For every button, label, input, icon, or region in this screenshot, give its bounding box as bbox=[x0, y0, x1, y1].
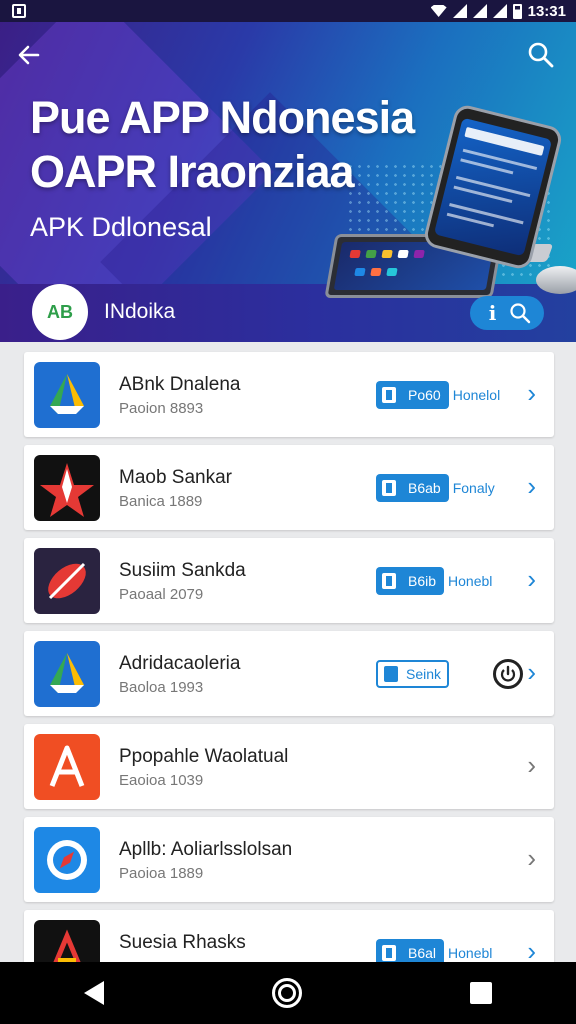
install-extra-label[interactable]: Fonaly bbox=[453, 480, 495, 496]
list-item[interactable]: ABnk Dnalena Paoion 8893 Po60 Honelol › bbox=[24, 352, 554, 437]
chevron-right-icon[interactable]: › bbox=[527, 378, 536, 409]
notification-icon bbox=[12, 4, 26, 18]
chevron-right-icon[interactable]: › bbox=[527, 843, 536, 874]
nav-home-icon[interactable] bbox=[272, 978, 302, 1008]
install-group: Seink bbox=[376, 659, 524, 689]
install-icon bbox=[382, 945, 396, 961]
signal-icon-3 bbox=[492, 4, 507, 18]
signal-icon bbox=[452, 4, 467, 18]
brand-name: INdoika bbox=[104, 300, 176, 323]
install-extra-label[interactable]: Honebl bbox=[448, 573, 492, 589]
chevron-right-icon[interactable]: › bbox=[527, 471, 536, 502]
hero-banner: Pue APP Ndonesia OAPR Iraonziaa APK Ddlo… bbox=[0, 22, 576, 342]
app-meta: Baoloa 1993 bbox=[119, 679, 204, 696]
install-button[interactable]: B6ab bbox=[376, 474, 449, 502]
install-label: B6ab bbox=[408, 480, 441, 496]
chevron-right-icon[interactable]: › bbox=[527, 657, 536, 688]
list-item[interactable]: Maob Sankar Banica 1889 B6ab Fonaly › bbox=[24, 445, 554, 530]
star-icon bbox=[34, 455, 100, 521]
install-label: Seink bbox=[406, 666, 442, 682]
chevron-right-icon[interactable]: › bbox=[527, 750, 536, 781]
header-actions: i bbox=[470, 296, 544, 330]
leaf-icon bbox=[34, 548, 100, 614]
install-label: B6ib bbox=[408, 573, 437, 589]
app-meta: Paoion 8893 bbox=[119, 400, 204, 417]
app-meta: Paoioa 1889 bbox=[119, 865, 204, 882]
list-item[interactable]: Apllb: Aoliarlsslolsan Paoioa 1889 › bbox=[24, 817, 554, 902]
install-button[interactable]: Po60 bbox=[376, 381, 449, 409]
drive-icon bbox=[34, 641, 100, 707]
search-icon bbox=[509, 303, 530, 324]
app-name: Adridacaoleria bbox=[119, 653, 241, 674]
app-meta: Paoaal 2079 bbox=[119, 586, 204, 603]
install-extra-label[interactable]: Honebl bbox=[448, 945, 492, 961]
search-button-secondary[interactable] bbox=[509, 302, 531, 324]
install-extra-label[interactable]: Honelol bbox=[453, 387, 500, 403]
power-icon[interactable] bbox=[493, 659, 524, 689]
mouse-illustration bbox=[536, 266, 576, 294]
drive-icon bbox=[34, 362, 100, 428]
app-list: ABnk Dnalena Paoion 8893 Po60 Honelol › … bbox=[24, 352, 554, 1003]
app-name: Ppopahle Waolatual bbox=[119, 746, 289, 767]
install-icon bbox=[384, 666, 398, 682]
install-icon bbox=[382, 480, 396, 496]
app-meta: Banica 1889 bbox=[119, 493, 203, 510]
install-group: Po60 Honelol bbox=[376, 380, 500, 410]
install-label: Po60 bbox=[408, 387, 441, 403]
status-bar: 13:31 bbox=[0, 0, 576, 22]
app-name: Suesia Rhasks bbox=[119, 932, 246, 953]
signal-icon-2 bbox=[472, 4, 487, 18]
arrow-left-icon bbox=[18, 45, 40, 65]
install-label: B6al bbox=[408, 945, 437, 961]
install-button[interactable]: B6ib bbox=[376, 567, 445, 595]
install-group: B6ab Fonaly bbox=[376, 473, 495, 503]
compass-icon bbox=[34, 827, 100, 893]
app-name: ABnk Dnalena bbox=[119, 374, 241, 395]
search-icon bbox=[528, 42, 554, 68]
install-group: B6ib Honebl bbox=[376, 566, 492, 596]
list-item[interactable]: Ppopahle Waolatual Eaoioa 1039 › bbox=[24, 724, 554, 809]
app-name: Maob Sankar bbox=[119, 467, 233, 488]
app-name: Apllb: Aoliarlsslolsan bbox=[119, 839, 293, 860]
wifi-icon bbox=[430, 5, 447, 17]
info-button[interactable]: i bbox=[484, 301, 502, 325]
brand-logo-text: AB bbox=[47, 301, 73, 322]
app-name: Susiim Sankda bbox=[119, 560, 246, 581]
install-icon bbox=[382, 573, 396, 589]
a-logo-icon bbox=[34, 734, 100, 800]
chevron-right-icon[interactable]: › bbox=[527, 564, 536, 595]
app-meta: Eaoioa 1039 bbox=[119, 772, 204, 789]
system-nav-bar bbox=[0, 962, 576, 1024]
list-item[interactable]: Susiim Sankda Paoaal 2079 B6ib Honebl › bbox=[24, 538, 554, 623]
hero-subtitle: APK Ddlonesal bbox=[30, 212, 212, 242]
install-icon bbox=[382, 387, 396, 403]
status-time: 13:31 bbox=[527, 2, 566, 20]
hero-title-line2: OAPR Iraonziaa bbox=[30, 146, 355, 197]
list-item[interactable]: Adridacaoleria Baoloa 1993 Seink › bbox=[24, 631, 554, 716]
hero-title-line1: Pue APP Ndonesia bbox=[30, 92, 415, 143]
battery-icon bbox=[512, 3, 522, 19]
back-button[interactable] bbox=[14, 40, 48, 74]
install-button[interactable]: Seink bbox=[376, 660, 450, 688]
nav-recents-icon[interactable] bbox=[470, 982, 492, 1004]
nav-back-icon[interactable] bbox=[84, 981, 104, 1005]
brand-logo: AB bbox=[32, 284, 88, 340]
search-button[interactable] bbox=[526, 40, 560, 74]
